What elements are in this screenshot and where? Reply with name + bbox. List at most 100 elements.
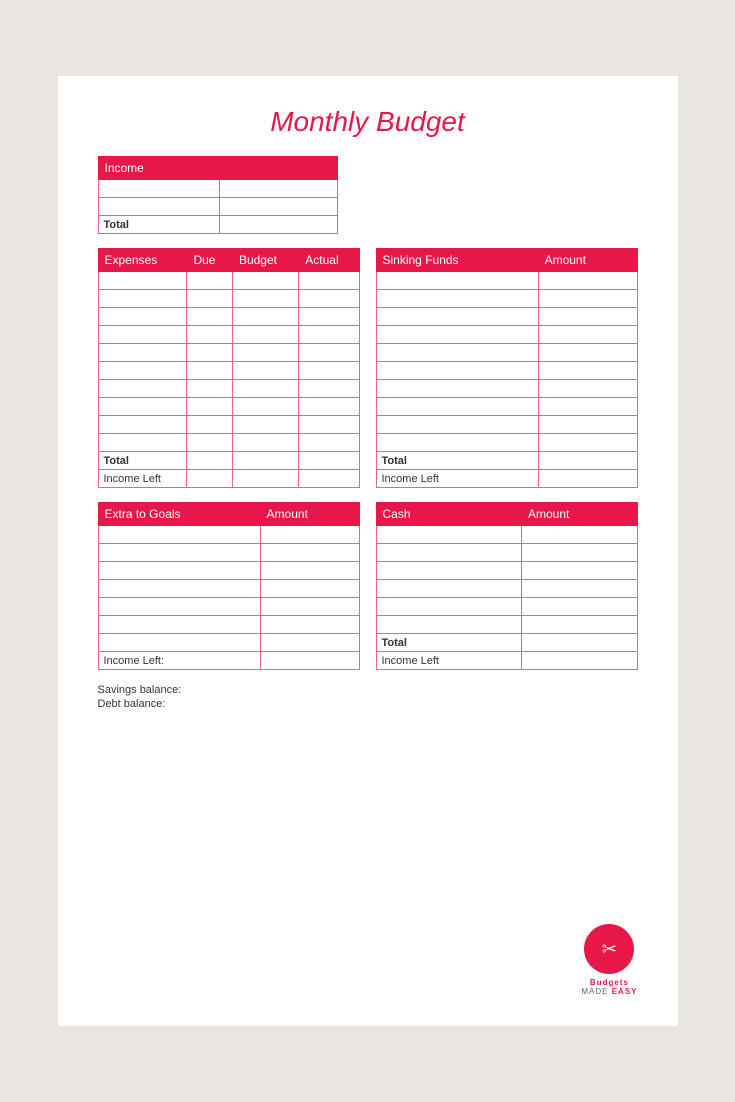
expenses-actual[interactable] (299, 272, 359, 290)
expenses-due[interactable] (187, 272, 232, 290)
expenses-total-actual[interactable] (299, 452, 359, 470)
cash-label[interactable] (376, 526, 522, 544)
expenses-total-due[interactable] (187, 452, 232, 470)
sinking-label[interactable] (376, 344, 538, 362)
cash-income-left-value[interactable] (522, 652, 638, 670)
expenses-budget[interactable] (232, 416, 298, 434)
expenses-actual[interactable] (299, 308, 359, 326)
expenses-label[interactable] (98, 362, 187, 380)
goals-label[interactable] (98, 580, 260, 598)
expenses-actual[interactable] (299, 344, 359, 362)
expenses-due[interactable] (187, 308, 232, 326)
cash-amount[interactable] (522, 580, 638, 598)
expenses-due[interactable] (187, 398, 232, 416)
sinking-label[interactable] (376, 362, 538, 380)
sinking-amount[interactable] (538, 326, 637, 344)
expenses-actual[interactable] (299, 434, 359, 452)
sinking-amount[interactable] (538, 308, 637, 326)
goals-amount[interactable] (260, 580, 359, 598)
expenses-actual[interactable] (299, 380, 359, 398)
expenses-actual[interactable] (299, 416, 359, 434)
cash-total-value[interactable] (522, 634, 638, 652)
expenses-due[interactable] (187, 290, 232, 308)
sinking-label[interactable] (376, 398, 538, 416)
sinking-income-left-value[interactable] (538, 470, 637, 488)
sinking-amount[interactable] (538, 272, 637, 290)
income-total-value[interactable] (220, 216, 337, 234)
sinking-total-value[interactable] (538, 452, 637, 470)
expenses-budget[interactable] (232, 326, 298, 344)
expenses-budget[interactable] (232, 272, 298, 290)
sinking-amount[interactable] (538, 416, 637, 434)
sinking-label[interactable] (376, 326, 538, 344)
goals-label[interactable] (98, 562, 260, 580)
sinking-amount[interactable] (538, 362, 637, 380)
expenses-budget[interactable] (232, 308, 298, 326)
expenses-actual[interactable] (299, 290, 359, 308)
cash-amount[interactable] (522, 544, 638, 562)
cash-amount[interactable] (522, 616, 638, 634)
goals-amount[interactable] (260, 598, 359, 616)
income-label-2[interactable] (98, 198, 220, 216)
expenses-due[interactable] (187, 434, 232, 452)
expenses-label[interactable] (98, 326, 187, 344)
goals-income-left-value[interactable] (260, 652, 359, 670)
sinking-label[interactable] (376, 290, 538, 308)
sinking-amount[interactable] (538, 398, 637, 416)
expenses-label[interactable] (98, 380, 187, 398)
expenses-income-left-actual[interactable] (299, 470, 359, 488)
expenses-due[interactable] (187, 344, 232, 362)
sinking-label[interactable] (376, 416, 538, 434)
expenses-budget[interactable] (232, 380, 298, 398)
sinking-label[interactable] (376, 272, 538, 290)
expenses-due[interactable] (187, 326, 232, 344)
cash-amount[interactable] (522, 598, 638, 616)
sinking-amount[interactable] (538, 344, 637, 362)
goals-amount[interactable] (260, 544, 359, 562)
expenses-label[interactable] (98, 434, 187, 452)
cash-label[interactable] (376, 598, 522, 616)
expenses-income-left-due[interactable] (187, 470, 232, 488)
goals-amount[interactable] (260, 634, 359, 652)
income-label-1[interactable] (98, 180, 220, 198)
expenses-actual[interactable] (299, 326, 359, 344)
expenses-total-budget[interactable] (232, 452, 298, 470)
cash-amount[interactable] (522, 526, 638, 544)
expenses-label[interactable] (98, 416, 187, 434)
goals-label[interactable] (98, 616, 260, 634)
cash-amount[interactable] (522, 562, 638, 580)
cash-label[interactable] (376, 562, 522, 580)
goals-label[interactable] (98, 634, 260, 652)
expenses-actual[interactable] (299, 398, 359, 416)
sinking-amount[interactable] (538, 380, 637, 398)
sinking-label[interactable] (376, 434, 538, 452)
income-value-2[interactable] (220, 198, 337, 216)
income-value-1[interactable] (220, 180, 337, 198)
expenses-label[interactable] (98, 398, 187, 416)
expenses-due[interactable] (187, 416, 232, 434)
expenses-budget[interactable] (232, 362, 298, 380)
expenses-budget[interactable] (232, 290, 298, 308)
cash-label[interactable] (376, 580, 522, 598)
goals-amount[interactable] (260, 562, 359, 580)
expenses-due[interactable] (187, 362, 232, 380)
expenses-due[interactable] (187, 380, 232, 398)
sinking-amount[interactable] (538, 434, 637, 452)
goals-label[interactable] (98, 544, 260, 562)
expenses-label[interactable] (98, 344, 187, 362)
expenses-budget[interactable] (232, 398, 298, 416)
expenses-actual[interactable] (299, 362, 359, 380)
goals-amount[interactable] (260, 526, 359, 544)
sinking-label[interactable] (376, 308, 538, 326)
goals-label[interactable] (98, 526, 260, 544)
goals-amount[interactable] (260, 616, 359, 634)
cash-label[interactable] (376, 544, 522, 562)
expenses-label[interactable] (98, 272, 187, 290)
expenses-budget[interactable] (232, 434, 298, 452)
expenses-budget[interactable] (232, 344, 298, 362)
expenses-income-left-budget[interactable] (232, 470, 298, 488)
expenses-label[interactable] (98, 290, 187, 308)
sinking-label[interactable] (376, 380, 538, 398)
sinking-amount[interactable] (538, 290, 637, 308)
goals-label[interactable] (98, 598, 260, 616)
